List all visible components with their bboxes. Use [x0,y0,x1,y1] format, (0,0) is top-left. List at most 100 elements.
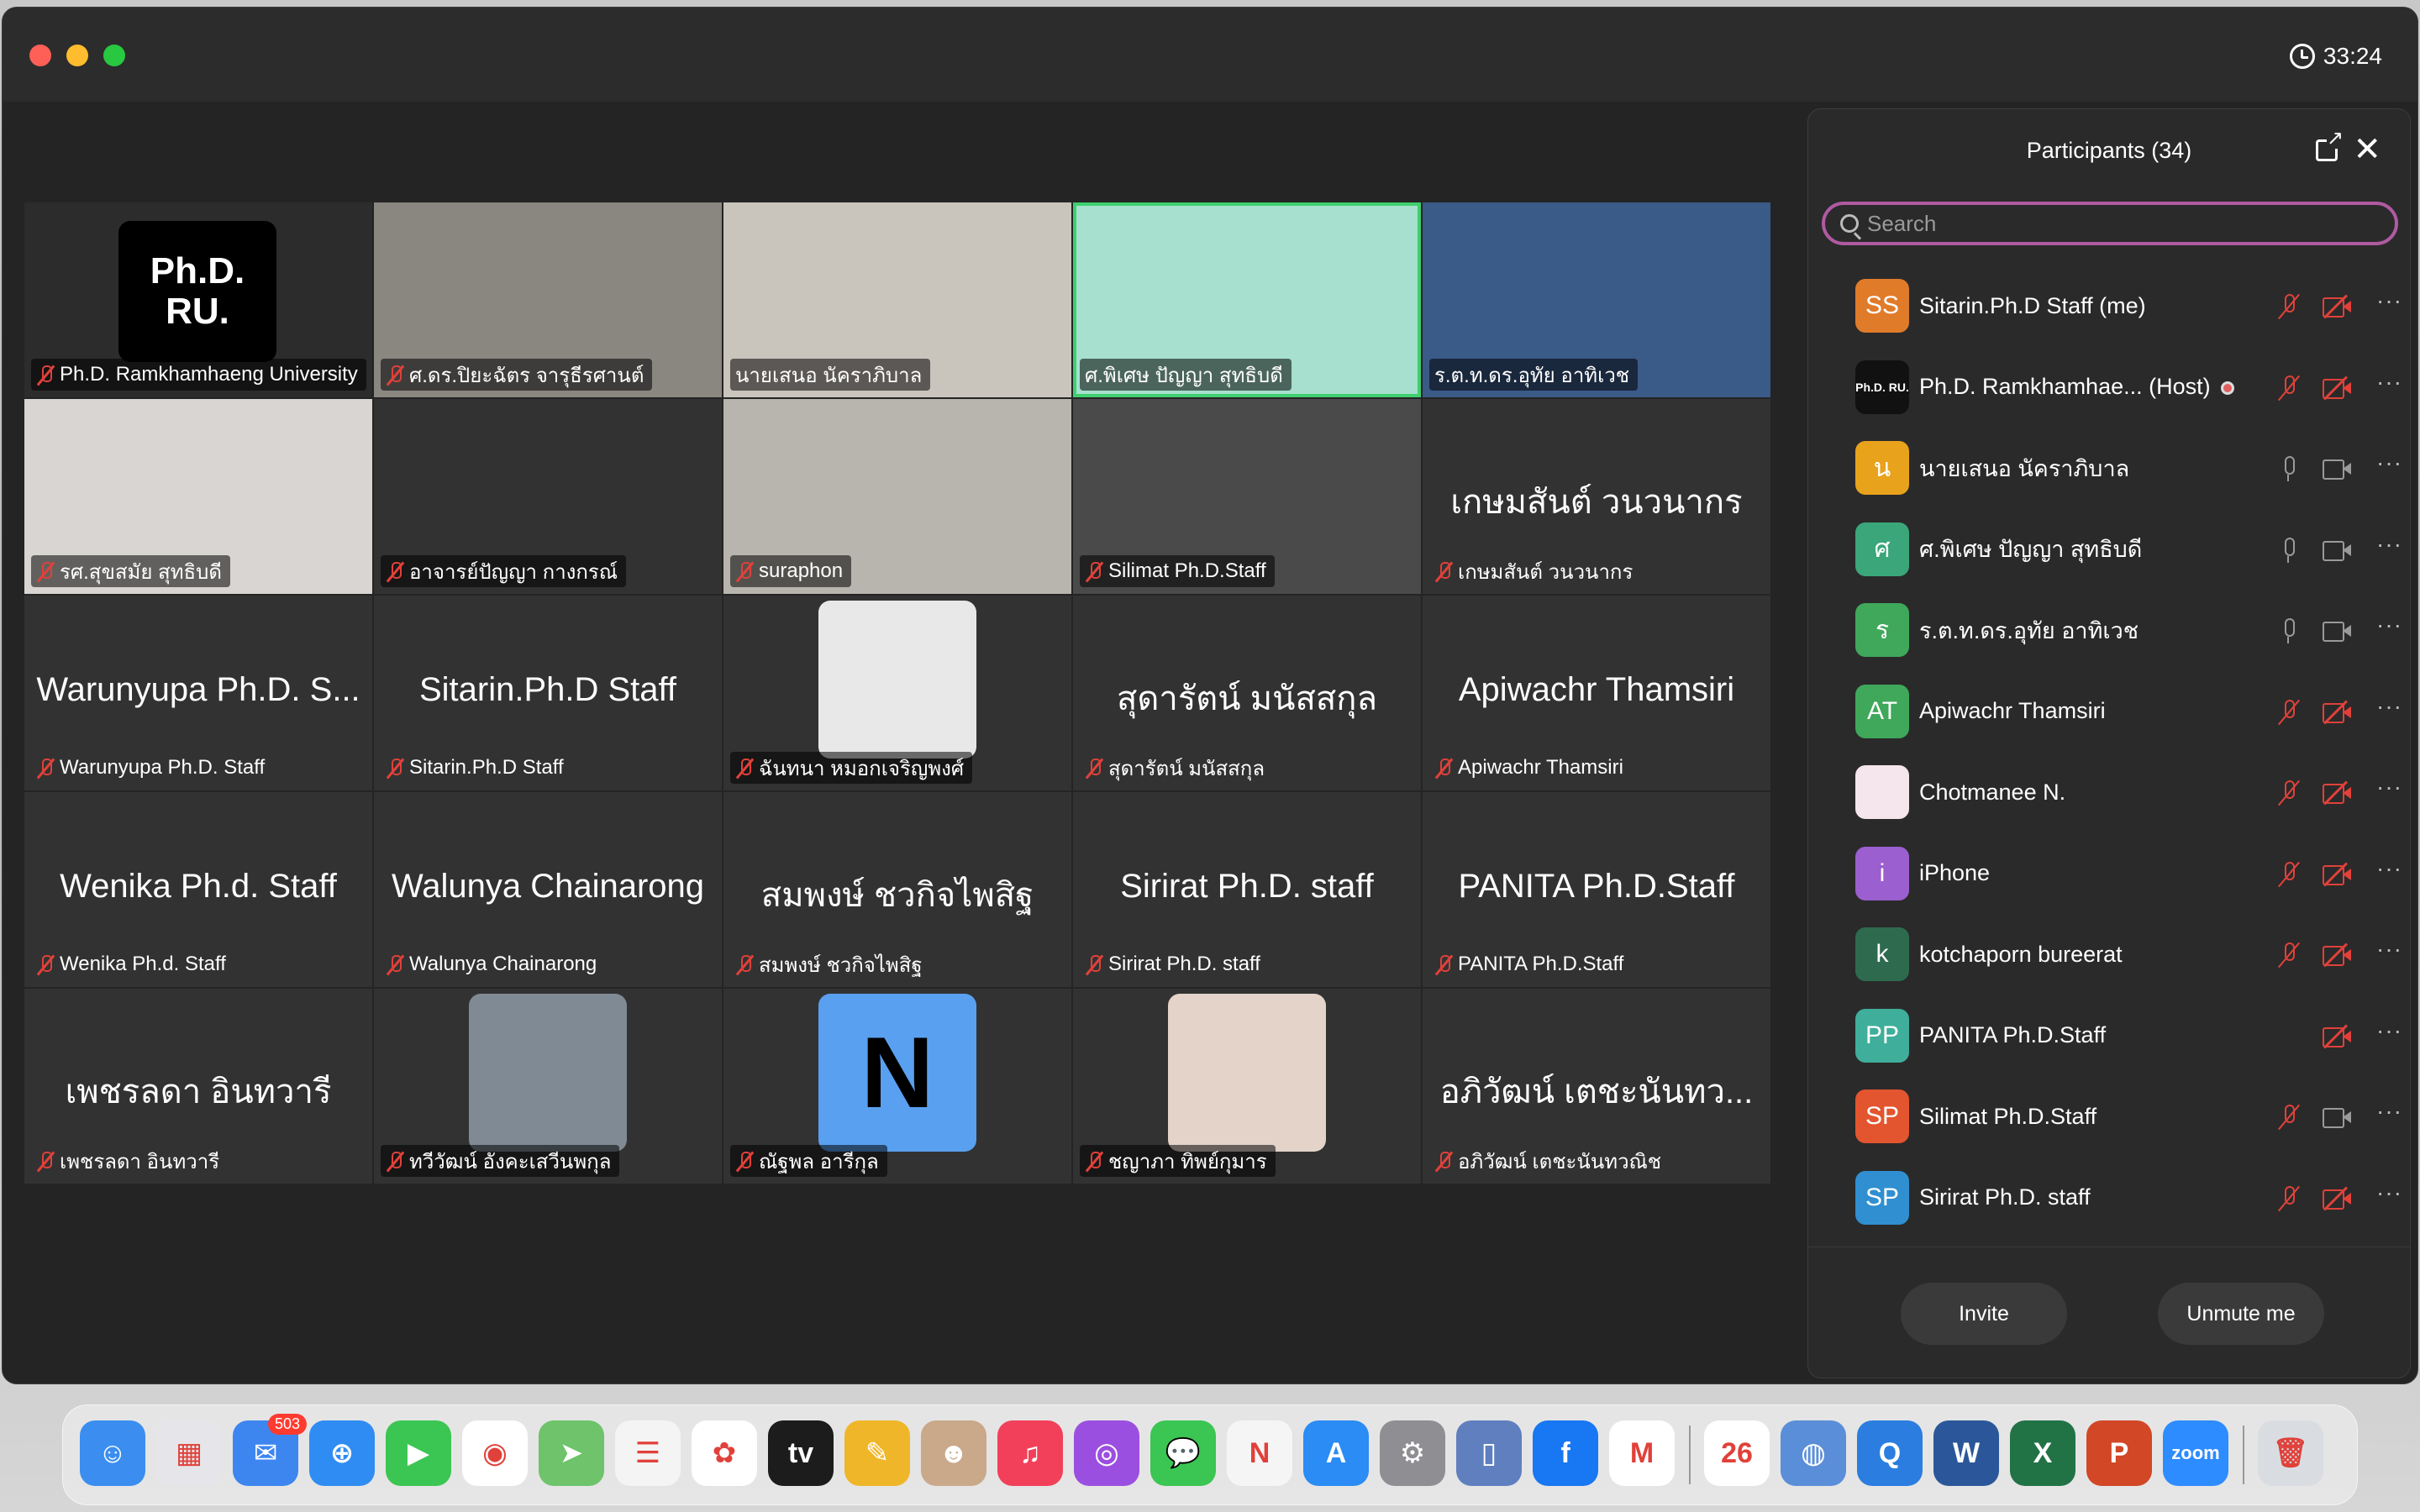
video-tile[interactable]: ฉันทนา หมอกเจริญพงศ์ [723,596,1071,790]
participant-row[interactable]: Chotmanee N. ··· [1808,752,2410,832]
video-tile[interactable]: นายเสนอ นัคราภิบาล [723,202,1071,397]
video-tile[interactable]: Apiwachr Thamsiri Apiwachr Thamsiri [1423,596,1770,790]
video-tile[interactable]: อภิวัฒน์ เตชะนันทว... อภิวัฒน์ เตชะนันทวณ… [1423,989,1770,1184]
facetime-icon[interactable]: ▶ [386,1420,451,1486]
maximize-window-button[interactable] [103,45,125,66]
video-tile[interactable]: PANITA Ph.D.Staff PANITA Ph.D.Staff [1423,792,1770,987]
quicktime-icon[interactable]: Q [1857,1420,1923,1486]
gmail-icon[interactable]: M [1609,1420,1675,1486]
video-tile[interactable]: สุดารัตน์ มนัสสกุล สุดารัตน์ มนัสสกุล [1073,596,1421,790]
mic-muted-icon[interactable] [2277,1103,2301,1131]
photos-icon[interactable]: ✿ [692,1420,757,1486]
camera-off-icon[interactable] [2323,942,2353,968]
participant-row[interactable]: i iPhone ··· [1808,833,2410,914]
mail-icon[interactable]: ✉ 503 [233,1414,307,1486]
camera-off-icon[interactable] [2323,862,2353,886]
invite-button[interactable]: Invite [1901,1283,2067,1345]
word-icon[interactable]: W [1933,1420,1999,1486]
camera-icon[interactable] [2323,539,2353,561]
news-icon[interactable]: N [1227,1420,1292,1486]
more-options-icon[interactable]: ··· [2376,449,2402,476]
more-options-icon[interactable]: ··· [2376,936,2402,963]
participant-row[interactable]: k kotchaporn bureerat ··· [1808,914,2410,995]
video-tile[interactable]: เกษมสันต์ วนวนากร เกษมสันต์ วนวนากร [1423,399,1770,594]
mic-muted-icon[interactable] [2277,374,2301,402]
camera-icon[interactable] [2323,1106,2353,1128]
video-tile[interactable]: เพชรลดา อินทวารี เพชรลดา อินทวารี [24,989,372,1184]
excel-icon[interactable]: X [2010,1420,2075,1486]
mic-muted-icon[interactable] [2277,941,2301,969]
mic-muted-icon[interactable] [2277,698,2301,727]
popout-icon[interactable] [2316,129,2344,161]
more-options-icon[interactable]: ··· [2376,612,2402,638]
participant-search[interactable] [1822,202,2398,245]
video-tile[interactable]: Walunya Chainarong Walunya Chainarong [374,792,722,987]
more-options-icon[interactable]: ··· [2376,1098,2402,1125]
safari-icon[interactable]: ⊕ [309,1420,375,1486]
chrome-icon[interactable]: ◉ [462,1420,528,1486]
participant-row[interactable]: PP PANITA Ph.D.Staff ··· [1808,995,2410,1076]
video-tile[interactable]: อาจารย์ปัญญา กางกรณ์ [374,399,722,594]
podcasts-icon[interactable]: ◎ [1074,1420,1139,1486]
maps-icon[interactable]: ➤ [539,1420,604,1486]
camera-off-icon[interactable] [2323,700,2353,724]
video-tile[interactable]: ศ.ดร.ปิยะฉัตร จารุธีรศานต์ [374,202,722,397]
reminders-icon[interactable]: ☰ [615,1420,681,1486]
camera-icon[interactable] [2323,620,2353,642]
participant-row[interactable]: ศ ศ.พิเศษ ปัญญา สุทธิบดี ··· [1808,509,2410,590]
camera-off-icon[interactable] [2323,1024,2353,1048]
participant-row[interactable]: ร ร.ต.ท.ดร.อุทัย อาทิเวช ··· [1808,590,2410,670]
video-tile[interactable]: suraphon [723,399,1071,594]
notes-app-icon[interactable]: ✎ [844,1420,910,1486]
video-tile[interactable]: Warunyupa Ph.D. S... Warunyupa Ph.D. Staf… [24,596,372,790]
messages-icon[interactable]: 💬 [1150,1420,1216,1486]
more-options-icon[interactable]: ··· [2376,531,2402,558]
mic-icon[interactable] [2277,536,2301,564]
more-options-icon[interactable]: ··· [2376,693,2402,720]
video-tile[interactable]: Wenika Ph.d. Staff Wenika Ph.d. Staff [24,792,372,987]
settings-icon[interactable]: ⚙ [1380,1420,1445,1486]
mic-muted-icon[interactable] [2277,1184,2301,1213]
video-tile[interactable]: Sirirat Ph.D. staff Sirirat Ph.D. staff [1073,792,1421,987]
camera-app-icon[interactable]: ◍ [1781,1420,1846,1486]
minimize-window-button[interactable] [66,45,88,66]
mic-icon[interactable] [2277,617,2301,645]
video-tile[interactable]: ทวีวัฒน์ อังคะเสวีนพกุล [374,989,722,1184]
participant-row[interactable]: SP Sirirat Ph.D. staff ··· [1808,1158,2410,1238]
video-tile[interactable]: Silimat Ph.D.Staff [1073,399,1421,594]
mic-muted-icon[interactable] [2277,292,2301,321]
participant-row[interactable]: SS Sitarin.Ph.D Staff (me) ··· [1808,265,2410,346]
more-options-icon[interactable]: ··· [2376,287,2402,314]
camera-off-icon[interactable] [2323,1186,2353,1210]
video-tile[interactable]: รศ.สุขสมัย สุทธิบดี [24,399,372,594]
video-tile[interactable]: N ณัฐพล อารีกุล [723,989,1071,1184]
facebook-icon[interactable]: f [1533,1420,1598,1486]
camera-icon[interactable] [2323,458,2353,480]
more-options-icon[interactable]: ··· [2376,1179,2402,1206]
mic-muted-icon[interactable] [2277,779,2301,807]
camera-off-icon[interactable] [2323,780,2353,806]
mic-muted-icon[interactable] [2277,860,2301,889]
trash-icon[interactable]: 🗑 [2258,1420,2323,1486]
unmute-me-button[interactable]: Unmute me [2158,1283,2324,1345]
close-window-button[interactable] [29,45,51,66]
powerpoint-icon[interactable]: P [2086,1420,2152,1486]
participant-row[interactable]: น นายเสนอ นัคราภิบาล ··· [1808,428,2410,508]
search-input[interactable] [1867,210,2371,237]
more-options-icon[interactable]: ··· [2376,855,2402,882]
camera-off-icon[interactable] [2323,375,2353,400]
video-tile[interactable]: ศ.พิเศษ ปัญญา สุทธิบดี [1073,202,1421,397]
music-icon[interactable]: ♫ [997,1420,1063,1486]
participant-row[interactable]: Ph.D. RU. Ph.D. Ramkhamhae... (Host) ··· [1808,347,2410,428]
video-tile[interactable]: Sitarin.Ph.D Staff Sitarin.Ph.D Staff [374,596,722,790]
participant-row[interactable]: SP Silimat Ph.D.Staff ··· [1808,1076,2410,1157]
camera-off-icon[interactable] [2323,294,2353,319]
zoom-icon[interactable]: zoom [2163,1420,2228,1486]
video-tile[interactable]: ชญาภา ทิพย์กุมาร [1073,989,1421,1184]
more-options-icon[interactable]: ··· [2376,774,2402,801]
video-tile[interactable]: สมพงษ์ ชวกิจไพสิฐ สมพงษ์ ชวกิจไพสิฐ [723,792,1071,987]
appletv-icon[interactable]: tv [768,1420,834,1486]
calendar-icon[interactable]: 26 [1704,1420,1770,1486]
contacts-icon[interactable]: ☻ [921,1420,986,1486]
close-icon[interactable]: ✕ [2353,133,2381,166]
